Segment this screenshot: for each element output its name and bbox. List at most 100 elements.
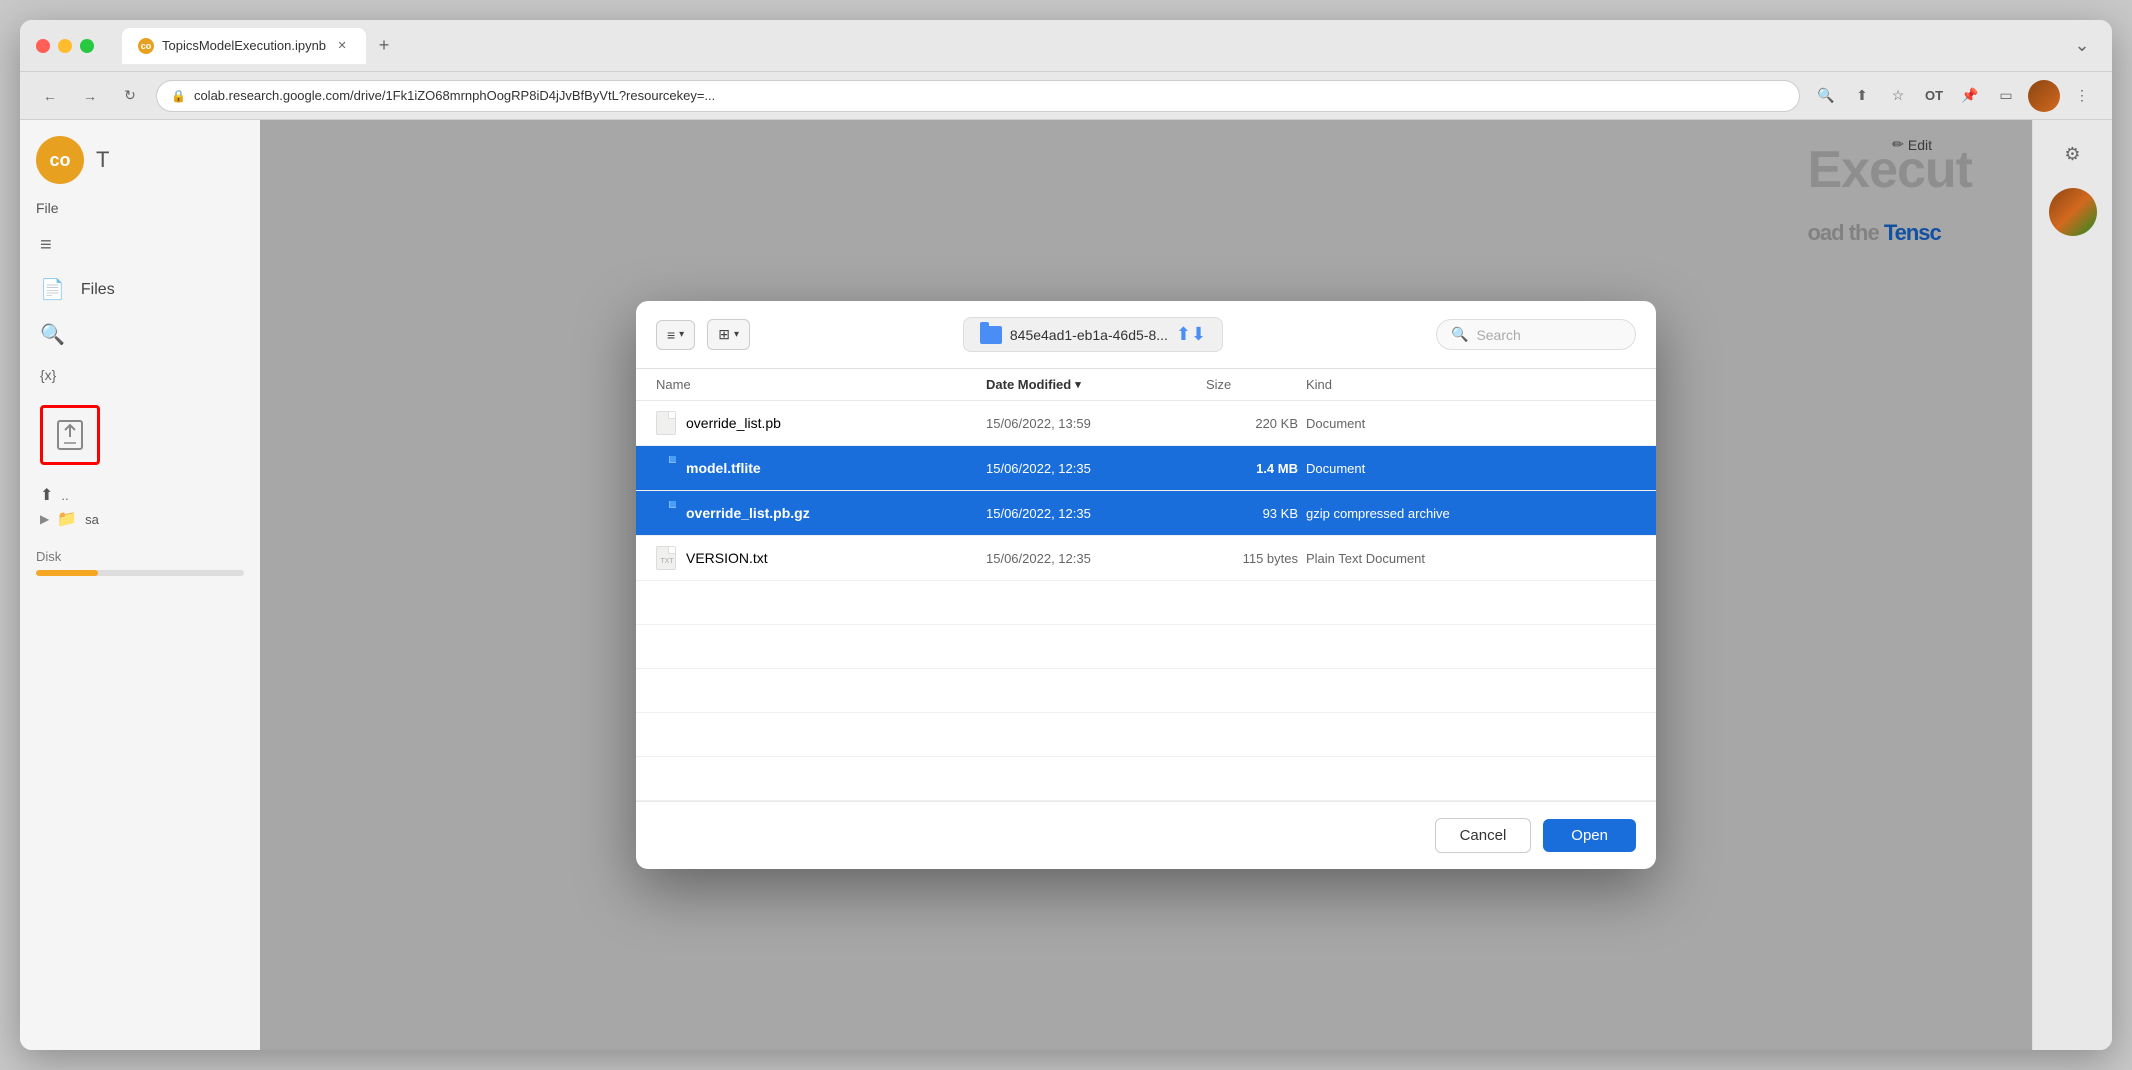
search-box[interactable]: 🔍 Search xyxy=(1436,319,1636,350)
sidebar-item-variables[interactable]: {x} xyxy=(20,357,260,393)
files-label: Files xyxy=(81,281,115,299)
forward-button[interactable]: → xyxy=(76,82,104,110)
sidebar-file-label: File xyxy=(20,200,260,216)
cancel-button[interactable]: Cancel xyxy=(1435,818,1532,853)
reload-button[interactable]: ↻ xyxy=(116,82,144,110)
file-date: 15/06/2022, 12:35 xyxy=(986,551,1206,566)
close-button[interactable] xyxy=(36,39,50,53)
empty-row xyxy=(636,581,1656,625)
tab-bar: co TopicsModelExecution.ipynb ✕ + xyxy=(122,28,398,64)
file-kind: Plain Text Document xyxy=(1306,551,1636,566)
table-row[interactable]: override_list.pb.gz 15/06/2022, 12:35 93… xyxy=(636,491,1656,536)
lock-icon: 🔒 xyxy=(171,89,186,103)
sidebar-item-search[interactable]: 🔍 xyxy=(20,312,260,357)
gear-icon[interactable]: ⚙ xyxy=(2055,136,2091,172)
share-icon[interactable]: ⬆ xyxy=(1848,82,1876,110)
open-button[interactable]: Open xyxy=(1543,819,1636,852)
tab-favicon: co xyxy=(138,38,154,54)
file-kind: gzip compressed archive xyxy=(1306,506,1636,521)
file-size: 220 KB xyxy=(1206,416,1306,431)
grid-view-icon: ⊞ xyxy=(718,326,730,343)
table-row[interactable]: override_list.pb 15/06/2022, 13:59 220 K… xyxy=(636,401,1656,446)
file-size: 1.4 MB xyxy=(1206,461,1306,476)
sidebar-folder-sa[interactable]: ▶ 📁 sa xyxy=(40,509,240,529)
list-view-icon: ≡ xyxy=(667,327,675,343)
upload-file-button[interactable] xyxy=(40,405,100,465)
current-folder-name: 845e4ad1-eb1a-46d5-8... xyxy=(1010,327,1168,343)
file-document-icon: TXT xyxy=(656,546,676,570)
file-name: VERSION.txt xyxy=(686,550,768,566)
url-bar[interactable]: 🔒 colab.research.google.com/drive/1Fk1iZ… xyxy=(156,80,1800,112)
empty-row xyxy=(636,713,1656,757)
nav-actions: 🔍 ⬆ ☆ OT 📌 ▭ ⋮ xyxy=(1812,80,2096,112)
files-icon: 📄 xyxy=(40,277,65,302)
header-size: Size xyxy=(1206,377,1306,392)
file-name: override_list.pb xyxy=(686,415,781,431)
url-text: colab.research.google.com/drive/1Fk1iZO6… xyxy=(194,88,715,103)
list-view-button[interactable]: ≡ ▾ xyxy=(656,320,695,350)
table-row[interactable]: TXT VERSION.txt 15/06/2022, 12:35 115 by… xyxy=(636,536,1656,581)
file-dialog: ≡ ▾ ⊞ ▾ 845e4ad1-eb1a-46d5-8... ⬆⬇ xyxy=(636,301,1656,869)
file-document-icon xyxy=(656,501,676,525)
upload-icon xyxy=(54,417,86,453)
sidebar-title: T xyxy=(96,147,109,173)
browser-window: co TopicsModelExecution.ipynb ✕ + ⌄ ← → … xyxy=(20,20,2112,1050)
header-kind: Kind xyxy=(1306,377,1636,392)
sidebar-toggle-icon[interactable]: ▭ xyxy=(1992,82,2020,110)
file-name-cell: override_list.pb xyxy=(656,411,986,435)
active-tab[interactable]: co TopicsModelExecution.ipynb ✕ xyxy=(122,28,366,64)
file-kind: Document xyxy=(1306,416,1636,431)
window-expand-icon[interactable]: ⌄ xyxy=(2068,32,2096,60)
sidebar-top: co T xyxy=(20,136,260,184)
header-date-modified[interactable]: Date Modified ▾ xyxy=(986,377,1206,392)
file-name: model.tflite xyxy=(686,460,761,476)
profile-avatar[interactable] xyxy=(2028,80,2060,112)
file-kind: Document xyxy=(1306,461,1636,476)
bookmark-icon[interactable]: ☆ xyxy=(1884,82,1912,110)
folder-path: 845e4ad1-eb1a-46d5-8... ⬆⬇ xyxy=(762,317,1424,352)
sidebar-parent-folder[interactable]: ⬆ .. xyxy=(40,485,240,505)
tab-title: TopicsModelExecution.ipynb xyxy=(162,38,326,53)
folder-name: sa xyxy=(85,512,99,527)
zoom-icon[interactable]: 🔍 xyxy=(1812,82,1840,110)
disk-section: Disk xyxy=(20,549,260,576)
more-options-icon[interactable]: ⋮ xyxy=(2068,82,2096,110)
user-avatar[interactable] xyxy=(2049,188,2097,236)
variables-icon: {x} xyxy=(40,367,56,383)
grid-view-button[interactable]: ⊞ ▾ xyxy=(707,319,750,350)
new-tab-button[interactable]: + xyxy=(370,32,398,60)
pin-icon[interactable]: 📌 xyxy=(1956,82,1984,110)
folder-nav-arrow[interactable]: ⬆⬇ xyxy=(1176,324,1206,345)
file-name-cell: TXT VERSION.txt xyxy=(656,546,986,570)
parent-folder-label: .. xyxy=(61,488,68,503)
sort-arrow-icon: ▾ xyxy=(1075,378,1081,391)
page-content: co T File ≡ 📄 Files 🔍 {x} xyxy=(20,120,2112,1050)
nav-bar: ← → ↻ 🔒 colab.research.google.com/drive/… xyxy=(20,72,2112,120)
file-size: 115 bytes xyxy=(1206,551,1306,566)
file-document-icon xyxy=(656,456,676,480)
file-date: 15/06/2022, 13:59 xyxy=(986,416,1206,431)
table-header: Name Date Modified ▾ Size Kind xyxy=(636,369,1656,401)
disk-label: Disk xyxy=(36,549,244,564)
search-input[interactable]: Search xyxy=(1476,327,1520,343)
sidebar-item-files[interactable]: 📄 Files xyxy=(20,267,260,312)
sidebar-nav: ≡ 📄 Files 🔍 {x} xyxy=(20,224,260,393)
back-button[interactable]: ← xyxy=(36,82,64,110)
file-name: override_list.pb.gz xyxy=(686,505,810,521)
tab-close-button[interactable]: ✕ xyxy=(334,38,350,54)
title-bar: co TopicsModelExecution.ipynb ✕ + ⌄ xyxy=(20,20,2112,72)
file-date: 15/06/2022, 12:35 xyxy=(986,461,1206,476)
sidebar-item-menu[interactable]: ≡ xyxy=(20,224,260,267)
grid-view-chevron: ▾ xyxy=(734,329,739,340)
empty-row xyxy=(636,625,1656,669)
file-name-cell: override_list.pb.gz xyxy=(656,501,986,525)
extension-ot-icon[interactable]: OT xyxy=(1920,82,1948,110)
file-size: 93 KB xyxy=(1206,506,1306,521)
file-list: override_list.pb 15/06/2022, 13:59 220 K… xyxy=(636,401,1656,801)
table-row[interactable]: model.tflite 15/06/2022, 12:35 1.4 MB Do… xyxy=(636,446,1656,491)
maximize-button[interactable] xyxy=(80,39,94,53)
minimize-button[interactable] xyxy=(58,39,72,53)
folder-path-inner: 845e4ad1-eb1a-46d5-8... ⬆⬇ xyxy=(963,317,1223,352)
search-icon: 🔍 xyxy=(40,322,65,347)
search-magnifier-icon: 🔍 xyxy=(1451,326,1468,343)
